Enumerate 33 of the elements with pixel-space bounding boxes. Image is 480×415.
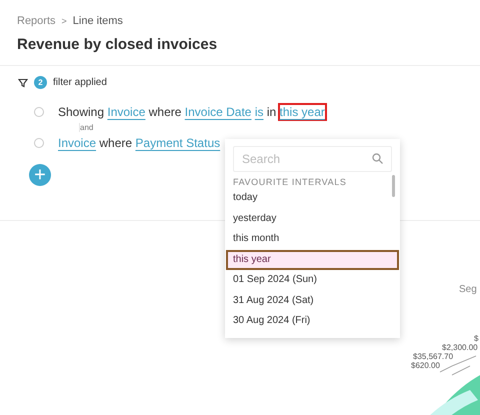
section-heading: FAVOURITE INTERVALS (233, 177, 348, 187)
scrollbar-thumb[interactable] (392, 175, 395, 197)
breadcrumb-separator: > (62, 15, 67, 28)
condition-radio[interactable] (34, 107, 44, 117)
filter-link[interactable]: Invoice (105, 103, 148, 121)
breadcrumb-link[interactable]: Reports (17, 15, 56, 28)
interval-option[interactable]: today (226, 188, 399, 208)
filter-summary-label: filter applied (53, 77, 107, 88)
interval-option[interactable]: 01 Sep 2024 (Sun) (226, 270, 399, 290)
interval-option[interactable]: 31 Aug 2024 (Sat) (226, 290, 399, 311)
filter-icon (18, 78, 28, 88)
filter-link[interactable]: Invoice Date (182, 103, 254, 121)
filter-link[interactable]: Payment Status (133, 134, 222, 152)
add-filter-button[interactable]: + (29, 164, 51, 186)
filter-count-badge: 2 (34, 76, 47, 89)
filter-condition: Invoice where Payment Status (58, 136, 220, 150)
interval-option[interactable]: yesterday (226, 208, 399, 229)
data-label: $2,300.00 (442, 343, 478, 352)
interval-option[interactable]: 30 Aug 2024 (Fri) (226, 311, 399, 332)
search-field[interactable]: Search (233, 146, 392, 172)
data-label: $35,567.70 (413, 352, 454, 361)
report-title: Revenue by closed invoices (17, 36, 218, 53)
conjunction-label: and (79, 123, 463, 132)
breadcrumb-current: Line items (72, 15, 123, 28)
data-label: $ (474, 334, 478, 343)
filter-link[interactable]: Invoice (56, 134, 98, 152)
condition-radio[interactable] (34, 138, 44, 148)
legend-title: Seg (459, 284, 477, 295)
filter-link[interactable]: is (252, 103, 266, 121)
interval-option[interactable]: this year (226, 250, 399, 270)
data-label: $620.00 (411, 361, 440, 370)
interval-option[interactable]: this month (226, 229, 399, 250)
search-icon (372, 153, 383, 164)
